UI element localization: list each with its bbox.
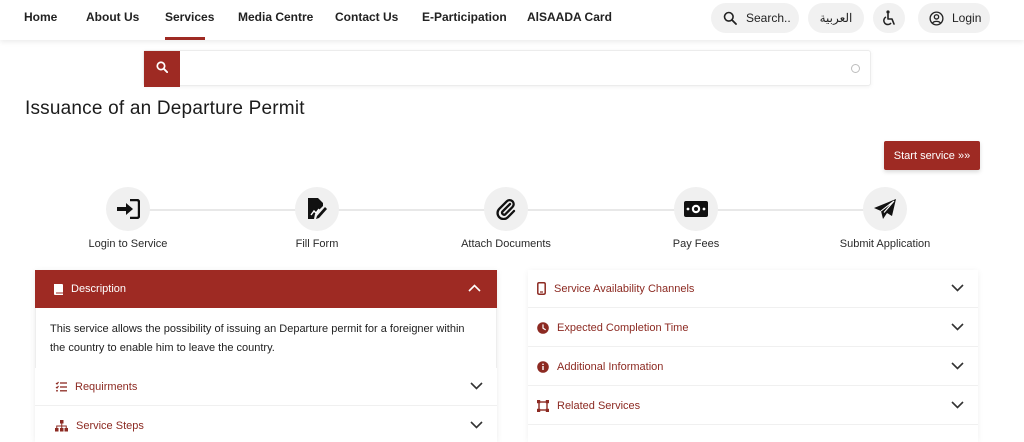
accordion-item-related-services[interactable]: Related Services [528,387,978,425]
link-icon [537,399,549,412]
accordion-title: Description [71,283,127,295]
money-icon [674,187,718,231]
description-text: This service allows the possibility of i… [35,308,497,368]
top-nav: Home About Us Services Media Centre Cont… [0,0,1024,40]
search-button[interactable]: Search.. [711,3,799,33]
search-input[interactable] [188,59,828,79]
nav-media-centre[interactable]: Media Centre [238,10,313,24]
search-button-label: Search.. [746,11,791,25]
login-button[interactable]: Login [918,3,990,33]
language-label: العربية [819,11,853,25]
chevron-down-icon [470,420,483,432]
accordion-item-label: Requirments [75,380,138,393]
accordion-item-label: Additional Information [557,360,664,373]
accordion-item-service-steps[interactable]: Service Steps [35,407,497,442]
chevron-down-icon [470,381,483,393]
info-icon [537,360,549,373]
clock-icon [537,321,549,334]
nav-alsaada-card[interactable]: AlSAADA Card [527,10,612,24]
service-search-bar [143,50,871,87]
step-label: Login to Service [88,238,168,250]
step-label: Submit Application [839,238,931,250]
accordion-item-label: Service Steps [76,420,144,432]
search-submit-button[interactable] [144,51,180,87]
accordion-item-label: Related Services [557,399,641,412]
nav-about-us[interactable]: About Us [86,10,139,24]
sitemap-icon [55,420,68,432]
accordion-item-expected-completion-time[interactable]: Expected Completion Time [528,309,978,347]
user-circle-icon [929,10,944,26]
nav-active-indicator [165,37,205,40]
search-icon [156,60,169,78]
book-icon [53,283,64,296]
page-title: Issuance of an Departure Permit [25,98,305,119]
accordion-item-label: Expected Completion Time [557,321,689,334]
step-fill-form: Fill Form [237,187,397,250]
list-icon [55,381,67,392]
step-label: Fill Form [295,238,339,250]
nav-home[interactable]: Home [24,10,57,24]
accordion-header-description[interactable]: Description [35,270,497,308]
language-toggle[interactable]: العربية [808,3,864,33]
accordion-item-additional-information[interactable]: Additional Information [528,348,978,386]
search-icon [723,11,737,25]
chevron-down-icon [951,400,964,412]
step-pay-fees: Pay Fees [616,187,776,250]
step-label: Pay Fees [672,238,720,250]
accessibility-button[interactable] [873,3,905,33]
step-attach-documents: Attach Documents [426,187,586,250]
mobile-icon [537,282,546,295]
accordion-item-service-availability-channels[interactable]: Service Availability Channels [528,270,978,308]
chevron-down-icon [951,283,964,295]
step-submit-application: Submit Application [805,187,965,250]
nav-contact-us[interactable]: Contact Us [335,10,398,24]
accordion-item-requirements[interactable]: Requirments [35,368,497,406]
fill-form-icon [295,187,339,231]
chevron-down-icon [951,361,964,373]
paperclip-icon [484,187,528,231]
nav-e-participation[interactable]: E-Participation [422,10,507,24]
chevron-up-icon [468,283,481,295]
start-service-button[interactable]: Start service »» [884,141,980,170]
login-icon [106,187,150,231]
step-label: Attach Documents [461,238,551,250]
nav-services[interactable]: Services [165,10,214,24]
step-login-to-service: Login to Service [48,187,208,250]
wheelchair-icon [882,10,896,26]
clear-search-icon[interactable] [851,64,860,73]
paper-plane-icon [863,187,907,231]
login-label: Login [952,11,982,25]
chevron-down-icon [951,322,964,334]
accordion-item-label: Service Availability Channels [554,282,695,295]
